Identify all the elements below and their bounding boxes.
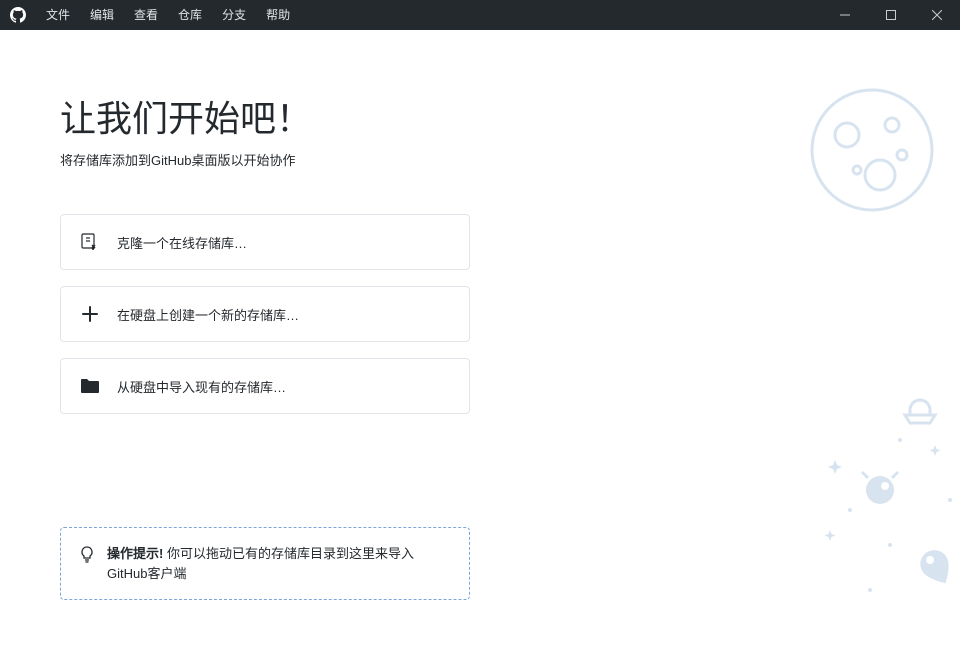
repo-options: 克隆一个在线存储库… 在硬盘上创建一个新的存储库… 从硬盘中导入现有的存储库… [60,214,470,414]
welcome-title: 让我们开始吧！ [60,90,960,142]
menu-file[interactable]: 文件 [36,0,80,30]
protip-text: 操作提示! 你可以拖动已有的存储库目录到这里来导入GitHub客户端 [107,544,451,583]
menu-repository[interactable]: 仓库 [168,0,212,30]
lightbulb-icon [79,546,95,569]
menu-bar: 文件 编辑 查看 仓库 分支 帮助 [36,0,300,30]
clone-icon [79,231,101,253]
github-logo [0,7,36,23]
menu-edit[interactable]: 编辑 [80,0,124,30]
window-controls [822,0,960,30]
create-repo-label: 在硬盘上创建一个新的存储库… [117,305,299,324]
minimize-button[interactable] [822,0,868,30]
folder-icon [79,375,101,397]
maximize-button[interactable] [868,0,914,30]
plus-icon [79,303,101,325]
protip-box: 操作提示! 你可以拖动已有的存储库目录到这里来导入GitHub客户端 [60,527,470,600]
welcome-content: 让我们开始吧！ 将存储库添加到GitHub桌面版以开始协作 克隆一个在线存储库…… [0,30,960,660]
menu-branch[interactable]: 分支 [212,0,256,30]
protip-bold: 操作提示! [107,546,163,561]
welcome-subtitle: 将存储库添加到GitHub桌面版以开始协作 [60,150,960,169]
clone-repo-button[interactable]: 克隆一个在线存储库… [60,214,470,270]
space-decoration [780,380,960,640]
add-repo-button[interactable]: 从硬盘中导入现有的存储库… [60,358,470,414]
close-button[interactable] [914,0,960,30]
create-repo-button[interactable]: 在硬盘上创建一个新的存储库… [60,286,470,342]
menu-help[interactable]: 帮助 [256,0,300,30]
menu-view[interactable]: 查看 [124,0,168,30]
clone-repo-label: 克隆一个在线存储库… [117,233,247,252]
titlebar: 文件 编辑 查看 仓库 分支 帮助 [0,0,960,30]
add-repo-label: 从硬盘中导入现有的存储库… [117,377,286,396]
